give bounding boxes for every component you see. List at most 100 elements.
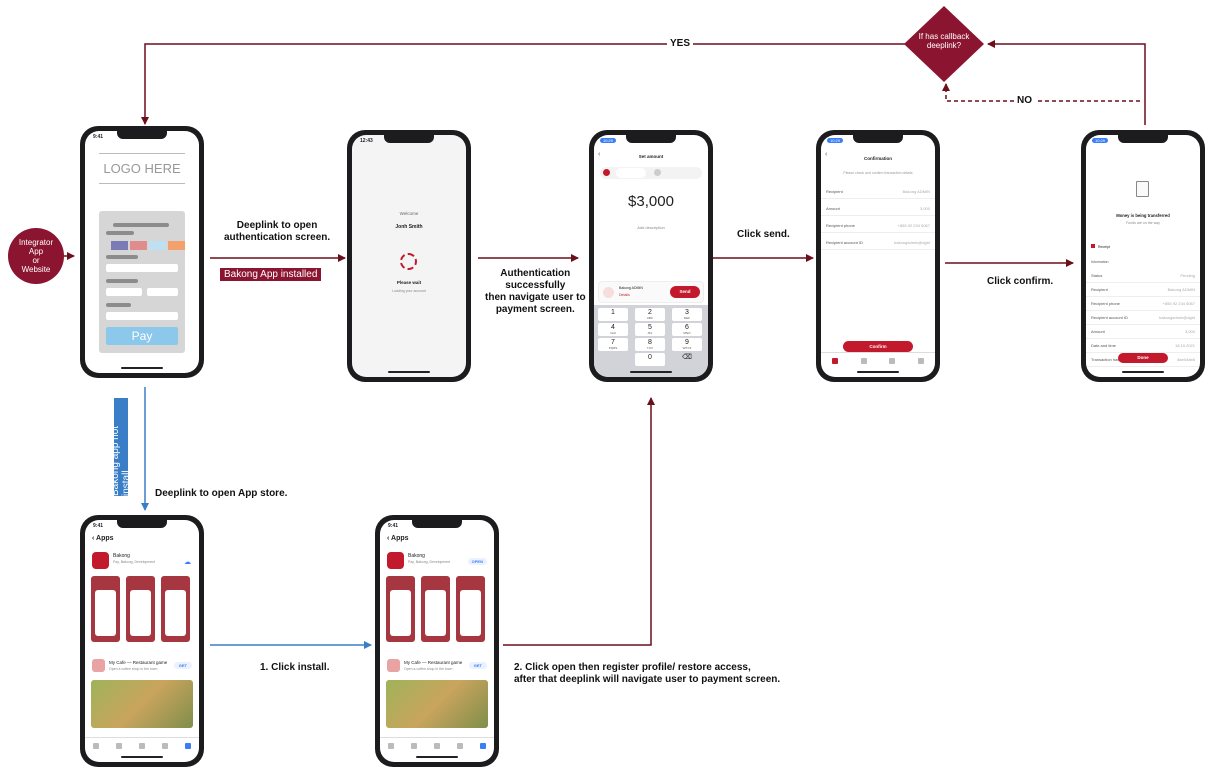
- detail-row: Recipient Bakong ADMIN: [821, 185, 935, 199]
- phone-set-amount: 10:29 ‹ Set amount $3,000 Add descriptio…: [589, 130, 713, 382]
- key-number: 0: [648, 354, 652, 361]
- subtitle: Please check and confirm transaction det…: [843, 171, 913, 175]
- key-number: 2: [648, 309, 652, 316]
- details-link[interactable]: Details: [619, 293, 630, 297]
- edge-result-to-decision: [987, 40, 1146, 125]
- detail-value: 3,000: [1184, 329, 1195, 334]
- detail-row: Amount 3,000: [821, 202, 935, 216]
- get-button[interactable]: GET: [173, 662, 192, 669]
- bakong-app-icon: [387, 552, 404, 569]
- detail-label: Recipient phone: [1091, 301, 1120, 306]
- app-name: Bakong: [113, 553, 130, 559]
- detail-value: 18.10.2021: [1174, 343, 1195, 348]
- transfer-heading: Money is being transferred: [1116, 213, 1170, 218]
- keypad-key-0[interactable]: 0: [635, 353, 665, 366]
- detail-label: Recipient phone: [826, 223, 855, 228]
- game-icon: [92, 659, 105, 672]
- store-tab-bar[interactable]: [85, 737, 199, 753]
- decision-label: If has callback deeplink?: [918, 32, 970, 50]
- phone-app-store-open: 9:41 ‹ Apps Bakong Pay, Bakong, Developm…: [375, 515, 499, 767]
- amount-display[interactable]: $3,000: [594, 193, 708, 210]
- detail-label: Transaction hash: [1091, 357, 1122, 362]
- keypad-key-5[interactable]: 5 JKL: [635, 323, 665, 336]
- get-button[interactable]: GET: [468, 662, 487, 669]
- game-icon: [387, 659, 400, 672]
- keypad-key-1[interactable]: 1: [598, 308, 628, 321]
- confirm-button[interactable]: Confirm: [843, 341, 913, 352]
- download-cloud-icon[interactable]: ☁: [184, 558, 191, 566]
- currency-tabs[interactable]: [600, 167, 702, 179]
- user-name: Jonh Smith: [395, 224, 423, 230]
- edge-callback-yes: [141, 43, 906, 125]
- detail-label: Recipient: [1091, 287, 1108, 292]
- yes-label: YES: [667, 38, 694, 49]
- detail-value: bakongadmin@dgbt: [1159, 315, 1195, 320]
- nav-title: Apps: [96, 535, 114, 542]
- bottom-tab-bar[interactable]: [821, 352, 935, 368]
- nav-apps[interactable]: ‹ Apps: [387, 535, 409, 542]
- detail-value: Bakong ADMIN: [902, 189, 930, 194]
- pay-button[interactable]: Pay: [106, 327, 178, 345]
- click-open-label: 2. Click open then register profile/ res…: [514, 662, 781, 685]
- bakong-app-icon: [92, 552, 109, 569]
- deeplink-store-label: Deeplink to open App store.: [155, 488, 288, 499]
- game-name: My Cafe — Restaurant game: [404, 660, 463, 665]
- detail-value: 3,000: [919, 206, 930, 211]
- detail-value: +855 92 234 5067: [1162, 301, 1195, 306]
- status-time: 10:29: [1092, 138, 1109, 143]
- detail-row: Recipient phone +855 92 234 5067: [821, 219, 935, 233]
- keypad-key-4[interactable]: 4 GHI: [598, 323, 628, 336]
- game-banner: [386, 680, 488, 728]
- game-subtitle: Open a coffee shop in the town: [404, 667, 453, 671]
- done-button[interactable]: Done: [1118, 353, 1168, 363]
- game-name: My Cafe — Restaurant game: [109, 660, 168, 665]
- edge-callback-no: [942, 83, 1140, 102]
- keypad-key-7[interactable]: 7 PQRS: [598, 338, 628, 351]
- recipient-card: Bakong ADMIN Details Send: [598, 281, 704, 303]
- document-icon: [1136, 181, 1149, 197]
- open-button[interactable]: OPEN: [467, 558, 487, 565]
- key-letters: JKL: [647, 331, 653, 335]
- keypad-key-2[interactable]: 2 ABC: [635, 308, 665, 321]
- key-number: 8: [648, 339, 652, 346]
- bakong-installed-tag: Bakong App installed: [220, 268, 322, 281]
- click-install-label: 1. Click install.: [260, 662, 330, 673]
- key-number: 1: [611, 309, 615, 316]
- receipt-item[interactable]: Receipt: [1091, 244, 1110, 249]
- backspace-icon[interactable]: ⌫: [672, 353, 702, 366]
- screenshot-gallery: [386, 576, 490, 642]
- app-subtitle: Pay, Bakong, Development: [113, 560, 156, 564]
- detail-value: Bakong ADMIN: [1167, 287, 1195, 292]
- phone-authentication: 12:43 Welcome Jonh Smith Please wait Loa…: [347, 130, 471, 382]
- send-button[interactable]: Send: [670, 286, 700, 298]
- keypad-key-9[interactable]: 9 WXYZ: [672, 338, 702, 351]
- detail-label: Status: [1091, 273, 1103, 278]
- key-letters: PQRS: [608, 346, 618, 350]
- keypad-key-8[interactable]: 8 TUV: [635, 338, 665, 351]
- detail-row: Amount 3,000: [1086, 325, 1200, 339]
- key-letters: WXYZ: [682, 346, 692, 350]
- nav-apps[interactable]: ‹ Apps: [92, 535, 114, 542]
- add-description[interactable]: Add description: [594, 225, 708, 230]
- store-tab-bar[interactable]: [380, 737, 494, 753]
- game-banner: [91, 680, 193, 728]
- info-heading: Information: [1091, 260, 1109, 264]
- detail-value: 8ae04ab6: [1177, 357, 1195, 362]
- detail-row: Recipient account ID bakongadmin@dgbt: [821, 236, 935, 250]
- amount-value: 3,000: [636, 193, 674, 210]
- detail-row: Status Pending: [1086, 269, 1200, 283]
- keypad-key-3[interactable]: 3 DEF: [672, 308, 702, 321]
- nav-title: Apps: [391, 535, 409, 542]
- app-name: Bakong: [408, 553, 425, 559]
- pay-form: Pay: [99, 211, 185, 353]
- key-number: 3: [685, 309, 689, 316]
- screen-title: Confirmation: [864, 156, 892, 161]
- detail-row: Recipient phone +855 92 234 5067: [1086, 297, 1200, 311]
- detail-value: Pending: [1180, 273, 1195, 278]
- key-number: 6: [685, 324, 689, 331]
- status-time: 10:29: [600, 138, 617, 143]
- keypad-key-6[interactable]: 6 MNO: [672, 323, 702, 336]
- screen-title: Set amount: [638, 154, 664, 159]
- status-time: 9:41: [388, 523, 399, 529]
- logo-placeholder: LOGO HERE: [103, 161, 181, 176]
